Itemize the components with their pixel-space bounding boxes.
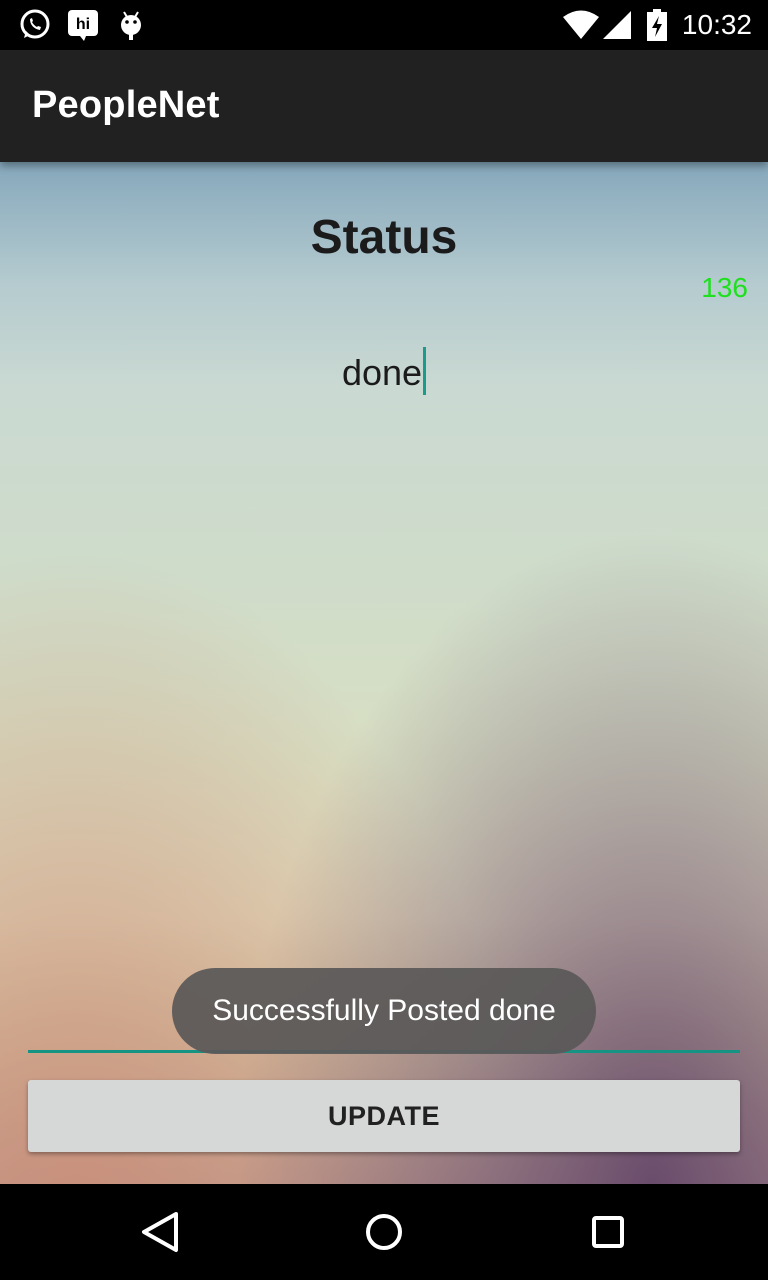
character-counter: 136 <box>701 272 748 303</box>
app-bar: PeopleNet <box>0 50 768 162</box>
text-cursor <box>423 347 427 395</box>
update-button-label: UPDATE <box>327 1100 440 1131</box>
whatsapp-icon <box>20 9 50 39</box>
hike-icon: hi <box>68 10 98 41</box>
toast-message: Successfully Posted done <box>172 968 596 1054</box>
status-input[interactable]: done <box>0 347 768 395</box>
android-icon <box>121 11 141 40</box>
home-icon[interactable] <box>350 1198 418 1266</box>
wifi-icon <box>563 10 599 39</box>
recents-icon[interactable] <box>574 1198 642 1266</box>
app-title: PeopleNet <box>32 84 220 126</box>
cell-signal-icon <box>603 11 631 39</box>
page-title: Status <box>310 211 458 264</box>
status-input-value: done <box>341 352 423 393</box>
battery-charging-icon <box>647 9 667 41</box>
toast-text: Successfully Posted done <box>212 994 556 1027</box>
svg-text:hi: hi <box>76 16 90 33</box>
clock: 10:32 <box>681 9 752 40</box>
navigation-bar <box>0 1184 768 1280</box>
back-icon[interactable] <box>126 1198 194 1266</box>
update-button[interactable]: UPDATE <box>28 1080 740 1152</box>
status-bar: hi 10:32 <box>0 0 768 50</box>
